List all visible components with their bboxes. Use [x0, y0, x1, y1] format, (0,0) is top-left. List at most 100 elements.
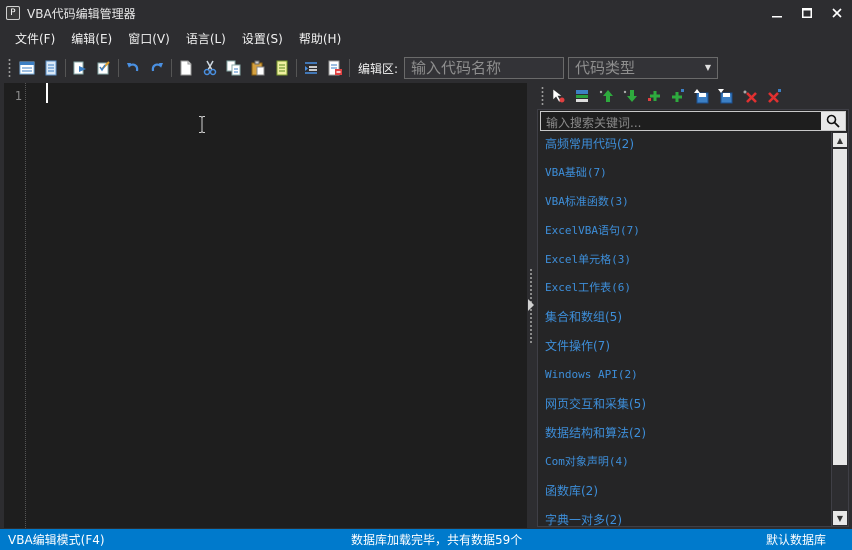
category-item[interactable]: Com对象声明(4) [538, 450, 830, 479]
menu-help[interactable]: 帮助(H) [291, 28, 349, 50]
paste-icon [251, 60, 265, 76]
indent-button[interactable] [299, 57, 323, 79]
panel-toolbar-grip[interactable] [541, 86, 544, 106]
window-button[interactable] [15, 57, 39, 79]
menu-language[interactable]: 语言(L) [178, 28, 234, 50]
chevron-down-icon: ▼ [704, 63, 712, 72]
cut-icon [203, 60, 217, 76]
search-input[interactable]: 输入搜索关键词... [546, 114, 641, 131]
search-box[interactable]: 输入搜索关键词... [540, 111, 846, 131]
category-item[interactable]: 高频常用代码(2) [538, 132, 830, 161]
scroll-up-icon[interactable]: ▲ [833, 133, 847, 147]
category-item[interactable]: 网页交互和采集(5) [538, 392, 830, 421]
ibeam-cursor-icon [199, 116, 205, 133]
add-item-icon [672, 89, 684, 102]
category-item[interactable]: 数据结构和算法(2) [538, 421, 830, 450]
menu-bar: 文件(F) 编辑(E) 窗口(V) 语言(L) 设置(S) 帮助(H) [0, 28, 852, 50]
save-down-icon [718, 89, 733, 104]
text-caret [46, 83, 48, 103]
edit-mode-status[interactable]: VBA编辑模式(F4) [8, 531, 105, 548]
window-title: VBA代码编辑管理器 [27, 6, 136, 21]
indent-icon [305, 62, 317, 74]
move-down-button[interactable] [618, 85, 642, 107]
code-library-panel: 输入搜索关键词... 高频常用代码(2) VBA基础(7) VBA标准函数(3)… [537, 109, 849, 527]
menu-edit[interactable]: 编辑(E) [63, 28, 120, 50]
window-controls [762, 0, 852, 26]
delete-group-button[interactable] [738, 85, 762, 107]
load-status-message: 数据库加载完毕，共有数据59个 [351, 533, 523, 547]
panel-toolbar [537, 84, 852, 108]
edit-check-button[interactable] [92, 57, 116, 79]
category-item[interactable]: VBA标准函数(3) [538, 190, 830, 219]
category-item[interactable]: Windows API(2) [538, 363, 830, 392]
add-group-button[interactable] [642, 85, 666, 107]
new-file-button[interactable] [174, 57, 198, 79]
toolbar-separator [118, 59, 119, 77]
category-item[interactable]: 字典一对多(2) [538, 508, 830, 526]
code-editor[interactable]: 1 [4, 83, 527, 528]
export-button[interactable] [323, 57, 347, 79]
code-type-select[interactable]: 代码类型 ▼ [568, 57, 719, 79]
category-scrollbar[interactable]: ▲ ▼ [831, 132, 848, 526]
maximize-icon [802, 8, 812, 18]
toolbar-separator [65, 59, 66, 77]
minimize-button[interactable] [762, 0, 792, 26]
category-item[interactable]: 函数库(2) [538, 479, 830, 508]
notes-button[interactable] [270, 57, 294, 79]
main-toolbar: 编辑区: 输入代码名称 代码类型 ▼ [0, 55, 852, 81]
select-icon [552, 88, 565, 103]
panel-splitter[interactable] [527, 83, 536, 528]
undo-button[interactable] [121, 57, 145, 79]
menu-settings[interactable]: 设置(S) [234, 28, 291, 50]
window-icon [19, 61, 35, 75]
export-icon [328, 60, 342, 76]
undo-icon [127, 63, 139, 72]
category-item[interactable]: 文件操作(7) [538, 334, 830, 363]
maximize-button[interactable] [792, 0, 822, 26]
preview-button[interactable] [68, 57, 92, 79]
toolbar-separator [349, 59, 350, 77]
delete-group-icon [743, 90, 757, 103]
save-up-icon [694, 89, 709, 104]
close-button[interactable] [822, 0, 852, 26]
close-icon [832, 8, 842, 18]
category-item[interactable]: VBA基础(7) [538, 161, 830, 190]
document-icon [45, 60, 57, 76]
delete-item-button[interactable] [762, 85, 786, 107]
category-item[interactable]: Excel工作表(6) [538, 276, 830, 305]
move-up-icon [599, 90, 613, 102]
toolbar-separator [296, 59, 297, 77]
menu-window[interactable]: 窗口(V) [120, 28, 178, 50]
scroll-down-icon[interactable]: ▼ [833, 511, 847, 525]
scroll-thumb[interactable] [833, 149, 847, 465]
collapse-button[interactable] [570, 85, 594, 107]
category-item[interactable]: ExcelVBA语句(7) [538, 219, 830, 248]
menu-file[interactable]: 文件(F) [7, 28, 63, 50]
add-item-button[interactable] [666, 85, 690, 107]
select-button[interactable] [546, 85, 570, 107]
redo-icon [151, 63, 163, 72]
code-type-placeholder: 代码类型 [575, 59, 636, 77]
database-status[interactable]: 默认数据库 [766, 531, 826, 548]
copy-button[interactable] [222, 57, 246, 79]
toolbar-separator [171, 59, 172, 77]
copy-icon [226, 60, 241, 76]
move-up-button[interactable] [594, 85, 618, 107]
save-up-button[interactable] [690, 85, 714, 107]
title-bar: P VBA代码编辑管理器 [0, 0, 852, 26]
search-button[interactable] [821, 112, 845, 130]
collapse-arrow-icon[interactable] [528, 299, 534, 311]
document-button[interactable] [39, 57, 63, 79]
redo-button[interactable] [145, 57, 169, 79]
new-file-icon [180, 60, 192, 76]
toolbar-grip[interactable] [8, 58, 11, 78]
code-name-input[interactable]: 输入代码名称 [404, 57, 565, 79]
delete-item-icon [768, 89, 781, 103]
cut-button[interactable] [198, 57, 222, 79]
collapse-icon [576, 90, 588, 102]
category-item[interactable]: Excel单元格(3) [538, 248, 830, 277]
app-logo-icon: P [6, 6, 20, 20]
paste-button[interactable] [246, 57, 270, 79]
category-item[interactable]: 集合和数组(5) [538, 305, 830, 334]
save-down-button[interactable] [714, 85, 738, 107]
